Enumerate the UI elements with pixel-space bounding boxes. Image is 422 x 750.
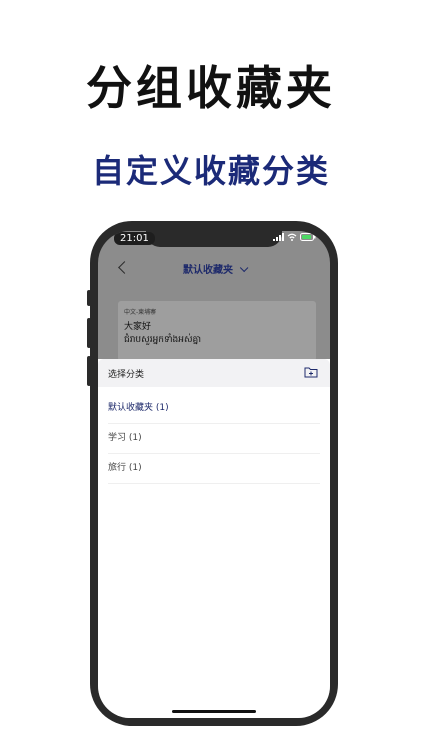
phone-notch bbox=[146, 231, 282, 247]
status-icons bbox=[273, 233, 316, 241]
phone-volume-down-button bbox=[87, 356, 91, 386]
wifi-icon bbox=[287, 233, 297, 241]
collection-dropdown[interactable]: 默认收藏夹 bbox=[98, 261, 330, 276]
chevron-down-icon bbox=[239, 263, 249, 273]
phone-screen: 21:01 默认收藏夹 中文-柬埔寨 大家好 ជំរាបសួរអ្នកទាំងអ… bbox=[98, 231, 330, 718]
category-option-label: 默认收藏夹 (1) bbox=[108, 403, 169, 413]
phrase-card[interactable]: 中文-柬埔寨 大家好 ជំរាបសួរអ្នកទាំងអស់គ្នា bbox=[118, 301, 316, 361]
translation-text: ជំរាបសួរអ្នកទាំងអស់គ្នា bbox=[124, 335, 202, 345]
phone-power-button bbox=[334, 336, 338, 384]
sheet-header: 选择分类 bbox=[98, 359, 330, 387]
category-option[interactable]: 旅行 (1) bbox=[108, 453, 320, 484]
folder-plus-icon[interactable] bbox=[304, 366, 318, 378]
app-header: 默认收藏夹 bbox=[98, 247, 330, 291]
sheet-title: 选择分类 bbox=[108, 370, 145, 380]
banner-subtitle: 自定义收藏分类 bbox=[91, 152, 330, 190]
signal-icon bbox=[273, 233, 284, 241]
language-pair-label: 中文-柬埔寨 bbox=[124, 309, 157, 316]
category-sheet: 选择分类 默认收藏夹 (1) 学习 (1) 旅行 (1) bbox=[98, 359, 330, 718]
phone-side-button bbox=[87, 290, 91, 306]
category-option-label: 旅行 (1) bbox=[108, 463, 142, 473]
category-option[interactable]: 默认收藏夹 (1) bbox=[108, 393, 320, 424]
battery-icon bbox=[300, 233, 316, 241]
phone-volume-up-button bbox=[87, 318, 91, 348]
category-option-label: 学习 (1) bbox=[108, 433, 142, 443]
category-option[interactable]: 学习 (1) bbox=[108, 423, 320, 454]
banner-title: 分组收藏夹 bbox=[86, 61, 336, 115]
status-time: 21:01 bbox=[114, 232, 155, 245]
collection-title: 默认收藏夹 bbox=[183, 265, 233, 276]
home-indicator bbox=[172, 710, 256, 713]
source-text: 大家好 bbox=[124, 322, 152, 332]
